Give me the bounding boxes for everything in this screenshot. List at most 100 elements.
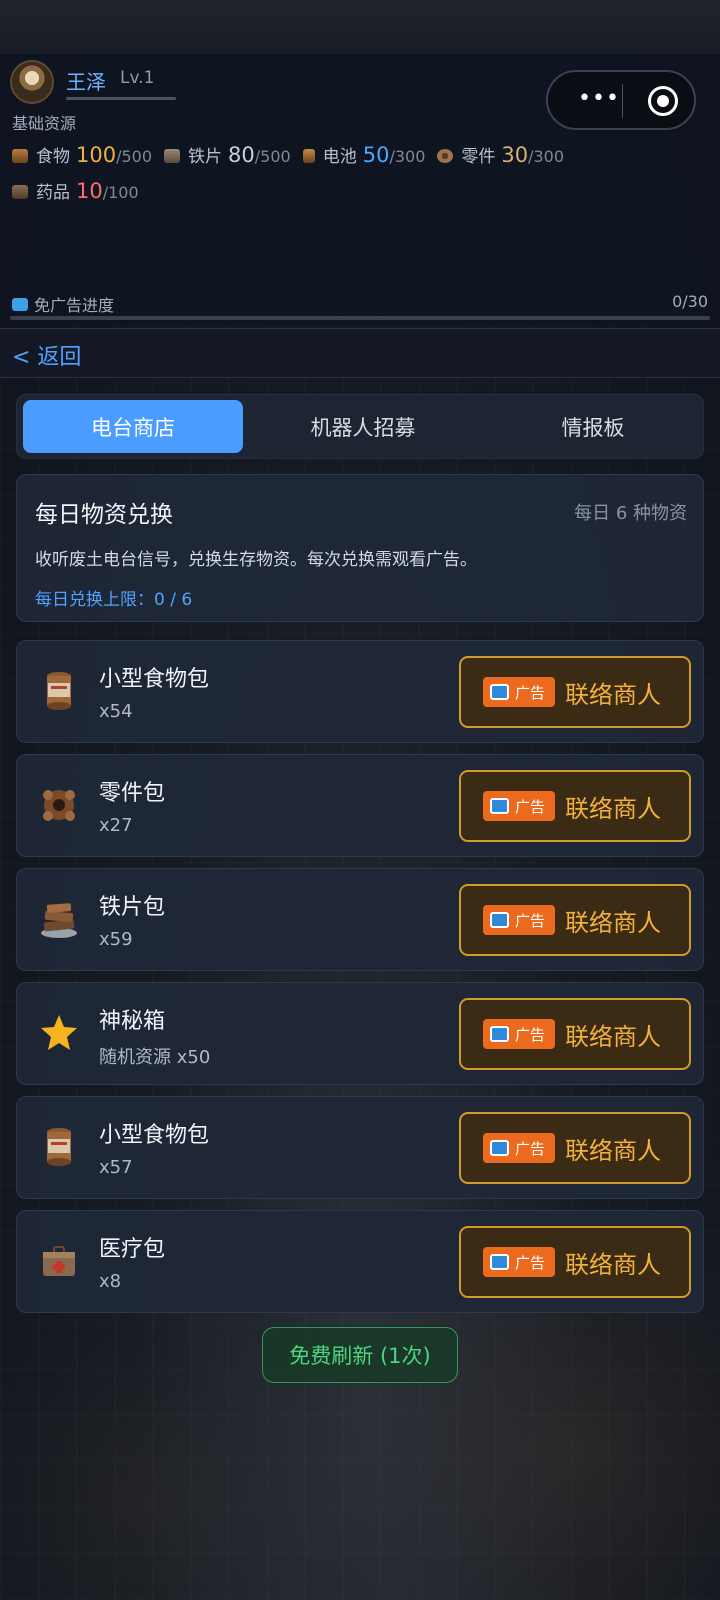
info-description: 收听废土电台信号，兑换生存物资。每次兑换需观看广告。 — [35, 550, 477, 570]
navigation-bar: < 返回 — [0, 328, 720, 378]
ad-label: 广告 — [515, 1139, 546, 1158]
xp-bar — [66, 97, 176, 100]
food-can-icon — [47, 1128, 71, 1166]
item-name: 零件包 — [99, 781, 166, 806]
ad-label: 广告 — [515, 683, 546, 702]
resource-value: 30 — [501, 143, 529, 167]
item-name: 铁片包 — [99, 895, 166, 920]
contact-merchant-button[interactable]: 广告 联络商人 — [459, 770, 691, 842]
resource-parts: 零件 30 /300 — [437, 142, 564, 167]
tv-icon — [490, 798, 509, 814]
resource-max: /300 — [389, 147, 426, 166]
tv-icon — [490, 1254, 509, 1270]
item-quantity: x59 — [99, 929, 133, 950]
item-name: 小型食物包 — [99, 1123, 210, 1148]
ad-label: 广告 — [515, 1253, 546, 1272]
resource-medicine: 药品 10 /100 — [12, 178, 139, 203]
resource-value: 50 — [362, 143, 390, 167]
close-miniprogram-icon[interactable] — [648, 86, 678, 116]
item-name: 小型食物包 — [99, 667, 210, 692]
resource-name: 铁片 — [188, 147, 223, 167]
ad-badge: 广告 — [483, 905, 555, 935]
tv-icon — [490, 912, 509, 928]
list-item: 医疗包 x8 广告 联络商人 — [16, 1210, 704, 1313]
status-bar-area — [0, 0, 720, 54]
resources-row-2: 药品 10 /100 — [12, 178, 151, 204]
item-quantity: x57 — [99, 1157, 133, 1178]
tv-icon — [490, 1026, 509, 1042]
capsule-divider — [622, 84, 623, 118]
ad-free-progress-count: 0/30 — [672, 292, 708, 311]
ad-badge: 广告 — [483, 1133, 555, 1163]
resource-value: 100 — [76, 143, 117, 167]
contact-merchant-label: 联络商人 — [565, 1137, 661, 1165]
item-name: 神秘箱 — [99, 1009, 166, 1034]
tab-robot-recruit[interactable]: 机器人招募 — [253, 400, 473, 453]
ad-free-progress-bar — [10, 316, 710, 320]
iron-plate-icon — [41, 903, 77, 938]
gear-parts-icon — [437, 149, 454, 163]
contact-merchant-label: 联络商人 — [565, 1251, 661, 1279]
avatar[interactable] — [10, 60, 54, 104]
list-item: 铁片包 x59 广告 联络商人 — [16, 868, 704, 971]
resource-name: 食物 — [36, 147, 70, 167]
item-name: 医疗包 — [99, 1237, 166, 1262]
tv-icon — [12, 297, 28, 311]
daily-exchange-info: 每日物资兑换 每日 6 种物资 收听废土电台信号，兑换生存物资。每次兑换需观看广… — [16, 474, 704, 622]
resource-name: 零件 — [461, 147, 496, 167]
iron-plate-icon — [164, 149, 181, 163]
list-item: 零件包 x27 广告 联络商人 — [16, 754, 704, 857]
ad-label: 广告 — [515, 797, 546, 816]
miniprogram-capsule: ••• — [546, 70, 696, 130]
resource-max: /500 — [254, 147, 291, 166]
list-item: 小型食物包 x54 广告 联络商人 — [16, 640, 704, 743]
ad-badge: 广告 — [483, 677, 555, 707]
resource-name: 电池 — [322, 147, 357, 167]
back-button[interactable]: < 返回 — [12, 339, 81, 371]
contact-merchant-button[interactable]: 广告 联络商人 — [459, 656, 691, 728]
contact-merchant-button[interactable]: 广告 联络商人 — [459, 1112, 691, 1184]
resource-max: /500 — [116, 147, 153, 166]
resource-value: 80 — [228, 143, 255, 167]
tv-icon — [490, 1140, 509, 1156]
free-refresh-button[interactable]: 免费刷新 (1次) — [262, 1327, 458, 1383]
item-quantity: 随机资源 x50 — [99, 1047, 211, 1068]
contact-merchant-label: 联络商人 — [565, 681, 661, 709]
ad-free-progress-label: 免广告进度 — [12, 292, 114, 316]
resources-row-1: 食物 100 /500 铁片 80 /500 电池 50 /300 零件 30 … — [12, 142, 576, 168]
resource-iron: 铁片 80 /500 — [164, 142, 291, 167]
contact-merchant-button[interactable]: 广告 联络商人 — [459, 998, 691, 1070]
resource-name: 药品 — [36, 183, 70, 203]
item-quantity: x27 — [99, 815, 133, 836]
exchange-limit: 每日兑换上限：0 / 6 — [35, 590, 193, 610]
item-quantity: x8 — [99, 1271, 122, 1292]
contact-merchant-label: 联络商人 — [565, 795, 661, 823]
info-title: 每日物资兑换 — [35, 502, 173, 528]
ad-label: 广告 — [515, 911, 546, 930]
info-side-note: 每日 6 种物资 — [574, 503, 687, 524]
list-item: 神秘箱 随机资源 x50 广告 联络商人 — [16, 982, 704, 1085]
resource-value: 10 — [76, 179, 103, 203]
ad-label: 广告 — [515, 1025, 546, 1044]
ad-badge: 广告 — [483, 1019, 555, 1049]
contact-merchant-button[interactable]: 广告 联络商人 — [459, 884, 691, 956]
more-options-icon[interactable]: ••• — [578, 88, 620, 110]
contact-merchant-button[interactable]: 广告 联络商人 — [459, 1226, 691, 1298]
resource-max: /100 — [102, 183, 139, 202]
medicine-box-icon — [12, 185, 28, 199]
ad-badge: 广告 — [483, 791, 555, 821]
tab-intel-board[interactable]: 情报板 — [483, 400, 703, 453]
resource-max: /300 — [528, 147, 565, 166]
player-header: 王泽 Lv.1 ••• 基础资源 食物 100 /500 铁片 80 /500 … — [0, 54, 720, 326]
food-can-icon — [12, 149, 28, 163]
resources-title: 基础资源 — [12, 114, 77, 133]
ad-free-progress-text: 免广告进度 — [34, 296, 115, 315]
resource-battery: 电池 50 /300 — [302, 142, 426, 167]
tab-bar: 电台商店 机器人招募 情报板 — [16, 394, 704, 459]
medicine-box-icon — [43, 1246, 75, 1276]
gear-parts-icon — [43, 790, 75, 821]
resource-food: 食物 100 /500 — [12, 142, 152, 167]
player-level: Lv.1 — [120, 68, 155, 88]
tab-radio-shop[interactable]: 电台商店 — [23, 400, 243, 453]
contact-merchant-label: 联络商人 — [565, 1023, 661, 1051]
